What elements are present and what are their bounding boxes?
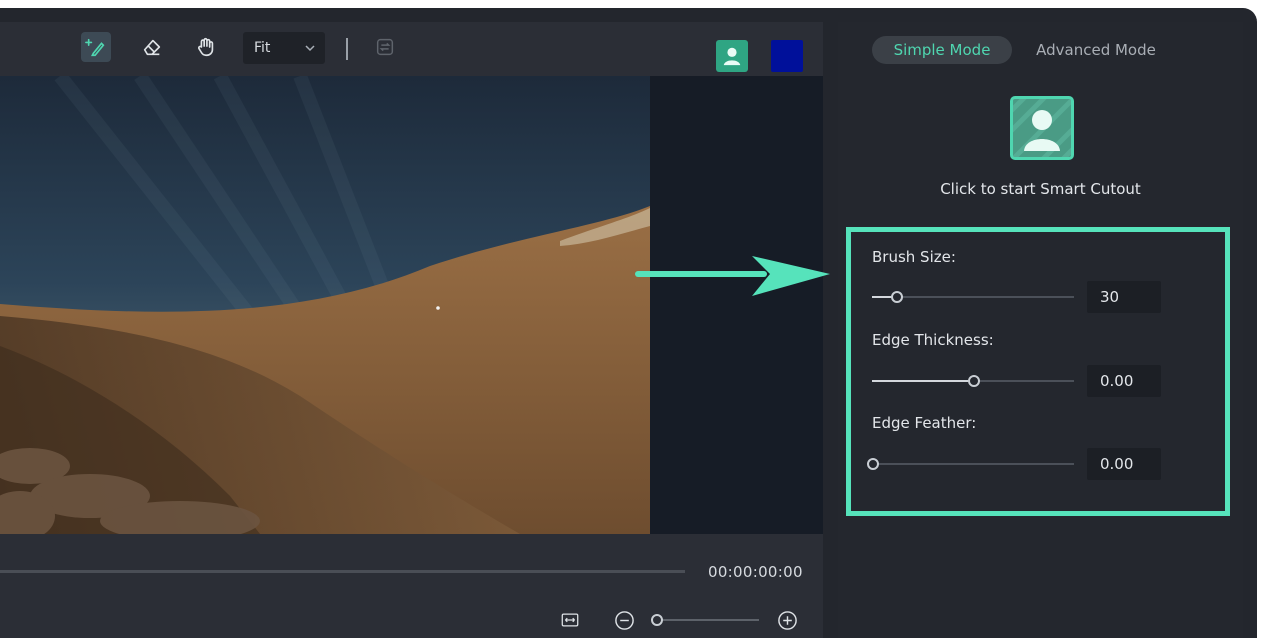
person-icon	[723, 47, 741, 66]
playback-track[interactable]	[0, 570, 685, 573]
timecode: 00:00:00:00	[708, 563, 803, 581]
editor-area: Fit 00:00:00:00	[0, 22, 823, 638]
zoom-out-icon	[614, 610, 634, 630]
edge-feather-handle[interactable]	[867, 458, 879, 470]
person-mask-button[interactable]	[716, 40, 748, 72]
preview-empty-area	[650, 76, 823, 534]
edge-thickness-fill	[872, 380, 973, 382]
advanced-mode-tab[interactable]: Advanced Mode	[1026, 36, 1166, 64]
brush-size-label: Brush Size:	[872, 248, 956, 266]
simple-mode-tab[interactable]: Simple Mode	[872, 36, 1012, 64]
mask-color-swatch[interactable]	[771, 40, 803, 72]
zoom-in-icon	[777, 610, 797, 630]
edge-thickness-label: Edge Thickness:	[872, 331, 994, 349]
zoom-slider-handle[interactable]	[651, 614, 663, 626]
edge-feather-label: Edge Feather:	[872, 414, 977, 432]
person-cutout-icon	[1013, 99, 1071, 157]
smart-cutout-prompt: Click to start Smart Cutout	[940, 180, 1141, 198]
timeline-bar: 00:00:00:00	[0, 534, 823, 638]
zoom-in-button[interactable]	[776, 609, 798, 631]
brush-settings-highlight-box	[846, 227, 1230, 516]
swap-button[interactable]	[370, 32, 400, 62]
eraser-icon	[143, 39, 161, 56]
smart-cutout-button[interactable]	[1010, 96, 1074, 160]
toolbar-divider	[346, 38, 348, 60]
video-preview	[0, 76, 823, 534]
hand-tool[interactable]	[191, 32, 221, 62]
zoom-out-button[interactable]	[613, 609, 635, 631]
fit-width-icon	[561, 613, 579, 627]
brush-size-input[interactable]: 30	[1087, 281, 1161, 313]
edge-feather-track[interactable]	[872, 463, 1074, 465]
callout-arrow	[635, 256, 830, 296]
fit-width-button[interactable]	[559, 609, 581, 631]
edge-thickness-handle[interactable]	[968, 375, 980, 387]
chevron-down-icon	[305, 45, 315, 52]
brush-plus-icon	[85, 38, 105, 57]
fit-dropdown-value: Fit	[254, 40, 271, 56]
hand-icon	[198, 37, 214, 57]
toolbar: Fit	[0, 22, 823, 76]
edge-thickness-input[interactable]: 0.00	[1087, 365, 1161, 397]
eraser-tool[interactable]	[137, 32, 167, 62]
edge-feather-input[interactable]: 0.00	[1087, 448, 1161, 480]
fit-dropdown[interactable]: Fit	[243, 32, 325, 64]
desert-scene-image	[0, 76, 650, 534]
smart-brush-tool[interactable]	[81, 32, 111, 62]
zoom-slider-track[interactable]	[653, 619, 759, 621]
swap-icon	[376, 38, 394, 56]
